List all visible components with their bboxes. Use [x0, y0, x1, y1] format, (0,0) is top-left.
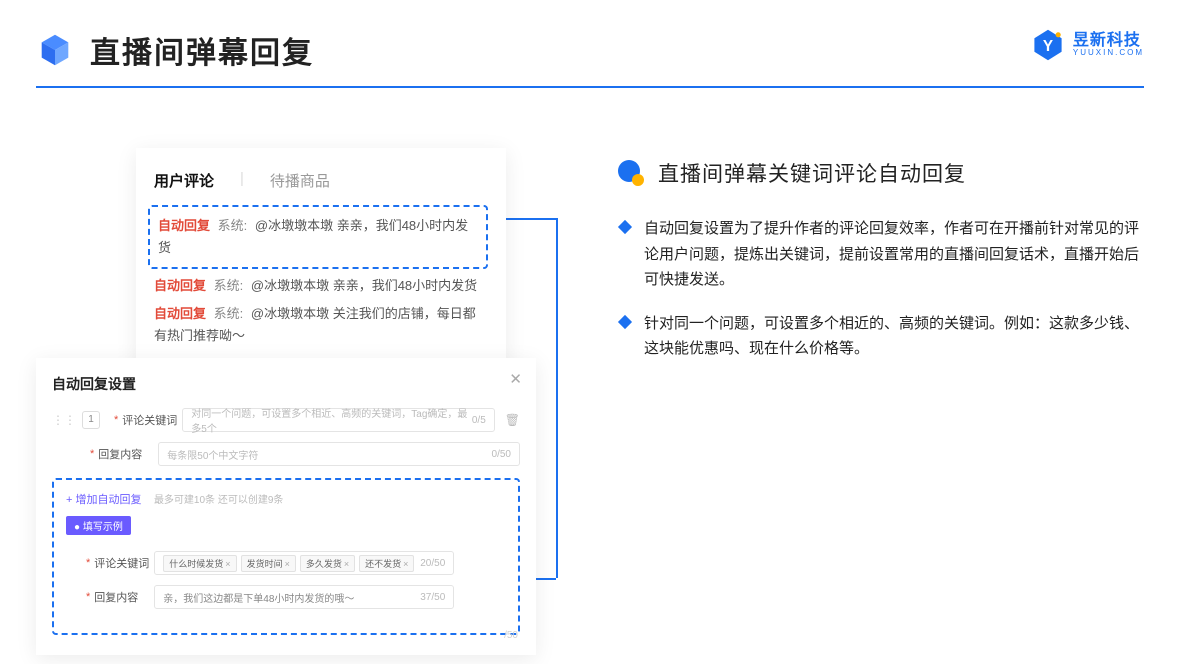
svg-text:Y: Y — [1043, 38, 1053, 55]
content-label: 回复内容 — [94, 589, 154, 605]
example-content-value: 亲，我们这边都是下单48小时内发货的哦～ — [163, 590, 354, 605]
required-mark: * — [86, 591, 90, 603]
comment-row-highlighted: 自动回复 系统: @冰墩墩本墩 亲亲，我们48小时内发货 — [148, 205, 488, 269]
bullet-text: 自动回复设置为了提升作者的评论回复效率，作者可在开播前针对常见的评论用户问题，提… — [644, 216, 1144, 293]
brand-logo: Y 昱新科技 YUUXIN.COM — [1031, 28, 1144, 62]
autoreply-tag: 自动回复 — [154, 306, 206, 321]
close-icon[interactable]: ✕ — [509, 370, 522, 388]
example-chip-count: 20/50 — [420, 558, 445, 569]
keyword-label: 评论关键词 — [122, 412, 182, 428]
example-block: + 增加自动回复 最多可建10条 还可以创建9条 ● 填写示例 * 评论关键词 … — [52, 478, 520, 635]
drag-handle-icon[interactable]: ⋮⋮ — [52, 413, 76, 427]
diamond-icon — [618, 220, 632, 234]
keyword-placeholder: 对同一个问题，可设置多个相近、高频的关键词，Tag确定，最多5个 — [191, 405, 472, 435]
page-title: 直播间弹幕回复 — [90, 28, 314, 72]
keyword-count: 0/5 — [472, 415, 486, 426]
chip: 发货时间× — [241, 555, 296, 572]
example-content-count: 37/50 — [420, 592, 445, 603]
required-mark: * — [86, 557, 90, 569]
add-autoreply-link[interactable]: + 增加自动回复 — [66, 494, 141, 506]
chip: 多久发货× — [300, 555, 355, 572]
example-chips: 什么时候发货× 发货时间× 多久发货× 还不发货× — [163, 555, 414, 572]
settings-card: 自动回复设置 ✕ ⋮⋮ 1 * 评论关键词 对同一个问题，可设置多个相近、高频的… — [36, 358, 536, 655]
system-tag: 系统: — [214, 278, 244, 293]
chip: 还不发货× — [359, 555, 414, 572]
example-content-field: 亲，我们这边都是下单48小时内发货的哦～ 37/50 — [154, 585, 454, 609]
content-count: 0/50 — [492, 449, 511, 460]
add-hint: 最多可建10条 还可以创建9条 — [154, 495, 283, 506]
keyword-input[interactable]: 对同一个问题，可设置多个相近、高频的关键词，Tag确定，最多5个 0/5 — [182, 408, 494, 432]
cube-icon — [36, 31, 74, 69]
diamond-icon — [618, 314, 632, 328]
brand-icon: Y — [1031, 28, 1065, 62]
tab-user-comments[interactable]: 用户评论 — [154, 170, 214, 191]
brand-sub: YUUXIN.COM — [1073, 49, 1144, 58]
content-input[interactable]: 每条限50个中文字符 0/50 — [158, 442, 520, 466]
connector — [556, 218, 558, 578]
connector — [506, 218, 556, 220]
faint-counter: /50 — [504, 630, 518, 641]
bullet-item: 针对同一个问题，可设置多个相近的、高频的关键词。例如：这款多少钱、这块能优惠吗、… — [616, 311, 1144, 362]
delete-icon[interactable]: 🗑 — [505, 413, 520, 427]
comment-row: 自动回复 系统: @冰墩墩本墩 亲亲，我们48小时内发货 — [154, 275, 488, 297]
bubble-icon — [616, 158, 646, 188]
example-badge: ● 填写示例 — [66, 516, 131, 535]
brand-name: 昱新科技 — [1073, 32, 1144, 50]
rule-index: 1 — [82, 411, 100, 429]
comment-text: @冰墩墩本墩 亲亲，我们48小时内发货 — [251, 278, 477, 293]
bullet-item: 自动回复设置为了提升作者的评论回复效率，作者可在开播前针对常见的评论用户问题，提… — [616, 216, 1144, 293]
tab-pending-goods[interactable]: 待播商品 — [270, 170, 330, 191]
content-label: 回复内容 — [98, 446, 158, 462]
required-mark: * — [90, 448, 94, 460]
autoreply-tag: 自动回复 — [154, 278, 206, 293]
chip: 什么时候发货× — [163, 555, 236, 572]
required-mark: * — [114, 414, 118, 426]
comment-row: 自动回复 系统: @冰墩墩本墩 关注我们的店铺，每日都有热门推荐呦～ — [154, 303, 488, 347]
autoreply-tag: 自动回复 — [158, 218, 210, 233]
settings-title: 自动回复设置 — [52, 374, 520, 394]
system-tag: 系统: — [218, 218, 248, 233]
system-tag: 系统: — [214, 306, 244, 321]
keyword-label: 评论关键词 — [94, 555, 154, 571]
example-keyword-field: 什么时候发货× 发货时间× 多久发货× 还不发货× 20/50 — [154, 551, 454, 575]
tab-separator: | — [240, 170, 244, 191]
section-title: 直播间弹幕关键词评论自动回复 — [658, 158, 966, 188]
bullet-text: 针对同一个问题，可设置多个相近的、高频的关键词。例如：这款多少钱、这块能优惠吗、… — [644, 311, 1144, 362]
content-placeholder: 每条限50个中文字符 — [167, 447, 258, 462]
